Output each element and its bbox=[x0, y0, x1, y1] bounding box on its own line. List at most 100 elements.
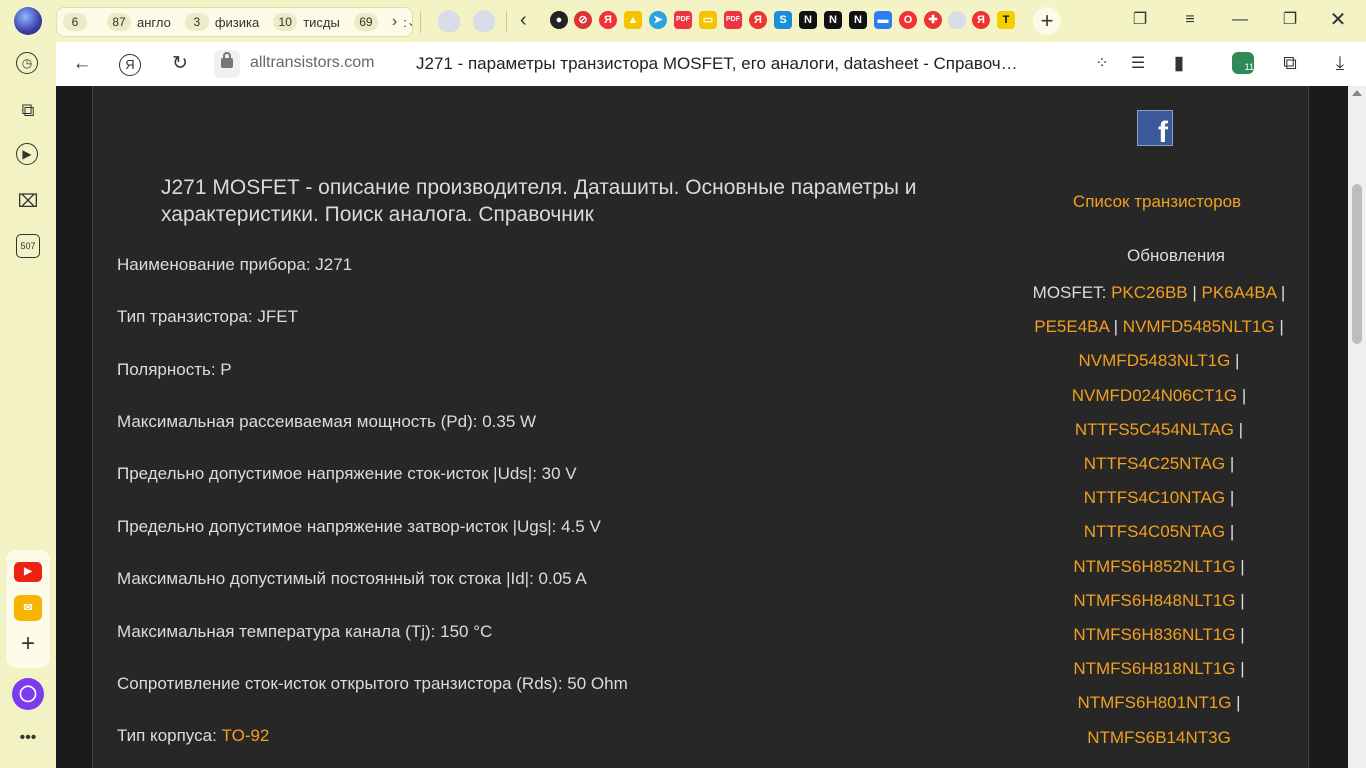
update-link[interactable]: NTMFS6H801NT1G bbox=[1077, 693, 1231, 712]
n-letter-icon[interactable]: N bbox=[824, 11, 842, 29]
profile-avatar[interactable] bbox=[14, 7, 42, 35]
updates-list: MOSFET: PKC26BB | PK6A4BA | PE5E4BA | NV… bbox=[1032, 283, 1286, 747]
add-icon[interactable]: + bbox=[16, 632, 40, 656]
update-link[interactable]: PKC26BB bbox=[1111, 283, 1188, 302]
chevron-right-icon[interactable]: › bbox=[392, 13, 397, 31]
page-viewport: J271 MOSFET - описание производителя. Да… bbox=[56, 86, 1348, 768]
n-letter-icon[interactable]: N bbox=[849, 11, 867, 29]
n-letter-icon[interactable]: N bbox=[799, 11, 817, 29]
reload-icon[interactable]: ↻ bbox=[168, 52, 192, 76]
update-link[interactable]: NTMFS6H836NLT1G bbox=[1073, 625, 1235, 644]
browser-sidebar: ◷ ⧉ ▶ ⌧ 507 ▶ ✉ + ◯ ••• bbox=[0, 42, 56, 768]
downloads-icon[interactable]: ⤓ bbox=[1328, 52, 1352, 76]
update-link[interactable]: NTTFS4C10NTAG bbox=[1084, 488, 1225, 507]
more-icon[interactable]: ••• bbox=[16, 726, 40, 750]
tab-strip: 6 87англо 3физика 10тисды 69 › : ⌄ ‹ ● ⊘… bbox=[0, 0, 1366, 42]
update-link[interactable]: NTMFS6H852NLT1G bbox=[1073, 557, 1235, 576]
main-content: J271 MOSFET - описание производителя. Да… bbox=[92, 86, 1008, 768]
close-icon[interactable]: ✕ bbox=[1326, 8, 1350, 32]
param-row: Максимальная рассеиваемая мощность (Pd):… bbox=[117, 412, 537, 431]
antivirus-icon[interactable]: ⊘ bbox=[574, 11, 592, 29]
page-scrollbar[interactable] bbox=[1348, 86, 1366, 768]
transistor-list-link[interactable]: Список транзисторов bbox=[1006, 192, 1308, 212]
image-icon[interactable]: ▲ bbox=[624, 11, 642, 29]
reader-mode-icon[interactable]: ☰ bbox=[1126, 52, 1150, 76]
param-row: Полярность: P bbox=[117, 360, 232, 379]
back-arrow-icon[interactable]: ← bbox=[70, 52, 94, 76]
updates-title: Обновления bbox=[1127, 246, 1225, 265]
update-link[interactable]: NTMFS6B14NT3G bbox=[1087, 728, 1231, 747]
translate-icon[interactable]: T bbox=[997, 11, 1015, 29]
pinned-tab-shield-icon[interactable] bbox=[438, 10, 460, 32]
param-row: Наименование прибора: J271 bbox=[117, 255, 353, 274]
yandex-icon[interactable]: Я bbox=[599, 11, 617, 29]
apps-grid-icon[interactable]: ⁘ bbox=[1090, 52, 1114, 76]
update-link[interactable]: NTTFS4C05NTAG bbox=[1084, 522, 1225, 541]
chevron-down-icon[interactable]: ⌄ bbox=[407, 15, 412, 29]
update-link[interactable]: NVMFD024N06CT1G bbox=[1072, 386, 1237, 405]
play-icon[interactable]: ▶ bbox=[16, 143, 38, 165]
youtube-icon[interactable]: ▶ bbox=[14, 562, 42, 582]
screenshot-icon[interactable]: ⌧ bbox=[16, 189, 40, 213]
tabs-overview-icon[interactable]: ❐ bbox=[1128, 8, 1152, 32]
skype-icon[interactable]: S bbox=[774, 11, 792, 29]
counter-badge[interactable]: 507 bbox=[16, 234, 40, 258]
shield-icon[interactable] bbox=[948, 11, 966, 29]
param-row: Максимальная температура канала (Tj): 15… bbox=[117, 622, 493, 641]
pinned-tab-shield-icon[interactable] bbox=[473, 10, 495, 32]
param-row: Сопротивление сток-исток открытого транз… bbox=[117, 674, 628, 693]
navigation-toolbar: ← Я ↻ alltransistors.com J271 - параметр… bbox=[56, 42, 1366, 87]
telegram-icon[interactable]: ➤ bbox=[649, 11, 667, 29]
alice-assistant-icon[interactable]: ◯ bbox=[12, 678, 44, 710]
update-link[interactable]: NTTFS4C25NTAG bbox=[1084, 454, 1225, 473]
menu-icon[interactable]: ≡ bbox=[1178, 8, 1202, 32]
yandex-home-icon[interactable]: Я bbox=[118, 52, 142, 76]
opera-icon[interactable]: O bbox=[899, 11, 917, 29]
tab-group[interactable]: 10 тисды bbox=[273, 13, 348, 31]
bookmark-icon[interactable]: ▮ bbox=[1167, 52, 1191, 76]
history-clock-icon[interactable]: ◷ bbox=[16, 52, 38, 74]
yandex-icon[interactable]: Я bbox=[972, 11, 990, 29]
update-link[interactable]: NTMFS6H818NLT1G bbox=[1073, 659, 1235, 678]
tab-groups-bar[interactable]: 6 87англо 3физика 10тисды 69 › : ⌄ bbox=[56, 7, 413, 37]
update-link[interactable]: PK6A4BA bbox=[1202, 283, 1277, 302]
update-link[interactable]: NVMFD5485NLT1G bbox=[1123, 317, 1275, 336]
tab-group[interactable]: 6 bbox=[63, 13, 101, 31]
update-link[interactable]: NTTFS5C454NLTAG bbox=[1075, 420, 1234, 439]
lock-icon bbox=[221, 52, 233, 68]
tab-group[interactable]: 69 bbox=[353, 13, 392, 31]
update-link[interactable]: PE5E4BA bbox=[1034, 317, 1109, 336]
address-page-title[interactable]: J271 - параметры транзистора MOSFET, его… bbox=[416, 54, 1056, 74]
facebook-icon[interactable]: f bbox=[1137, 110, 1173, 146]
pdf-icon[interactable]: PDF bbox=[674, 11, 692, 29]
page-heading: J271 MOSFET - описание производителя. Да… bbox=[161, 176, 917, 226]
minimize-icon[interactable]: — bbox=[1228, 8, 1252, 32]
update-link[interactable]: NTMFS6H848NLT1G bbox=[1073, 591, 1235, 610]
pdf-icon[interactable]: PDF bbox=[724, 11, 742, 29]
scroll-up-icon[interactable] bbox=[1352, 90, 1362, 96]
address-host[interactable]: alltransistors.com bbox=[250, 54, 374, 72]
package-link[interactable]: TO-92 bbox=[222, 726, 270, 745]
divider bbox=[506, 11, 507, 33]
restore-icon[interactable]: ❐ bbox=[1278, 8, 1302, 32]
mail-icon[interactable]: ✉ bbox=[14, 595, 42, 621]
param-row: Тип транзистора: JFET bbox=[117, 307, 298, 326]
extension-badge[interactable]: 11 bbox=[1232, 52, 1254, 74]
extensions-icon[interactable]: ⧉ bbox=[1278, 52, 1302, 76]
chat-icon[interactable]: ▬ bbox=[874, 11, 892, 29]
new-tab-button[interactable]: + bbox=[1033, 7, 1061, 35]
tab-group[interactable]: 87 англо bbox=[107, 13, 179, 31]
updates-prefix: MOSFET: bbox=[1032, 283, 1112, 302]
scroll-thumb[interactable] bbox=[1352, 184, 1362, 344]
lifebuoy-icon[interactable]: ✚ bbox=[924, 11, 942, 29]
github-icon[interactable]: ● bbox=[550, 11, 568, 29]
collections-icon[interactable]: ⧉ bbox=[16, 98, 40, 122]
mail-icon[interactable]: ▭ bbox=[699, 11, 717, 29]
yandex-icon[interactable]: Я bbox=[749, 11, 767, 29]
param-row: Максимально допустимый постоянный ток ст… bbox=[117, 569, 587, 588]
update-link[interactable]: NVMFD5483NLT1G bbox=[1079, 351, 1231, 370]
tab-group[interactable]: 3 физика bbox=[184, 13, 267, 31]
right-sidebar: f Список транзисторов Обновления MOSFET:… bbox=[1006, 86, 1309, 768]
param-row: Предельно допустимое напряжение затвор-и… bbox=[117, 517, 601, 536]
chevron-left-icon[interactable]: ‹ bbox=[520, 9, 527, 32]
